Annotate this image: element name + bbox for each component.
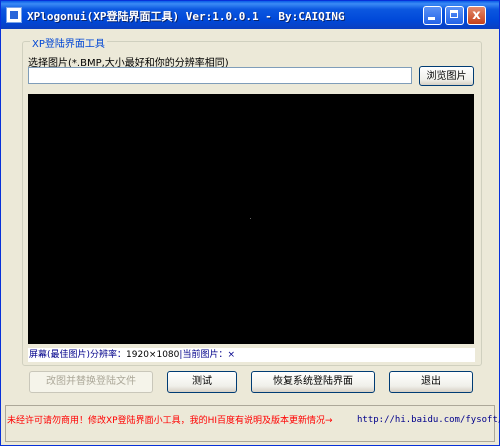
image-preview [28, 94, 474, 344]
close-icon: x [472, 8, 481, 23]
maximize-icon [450, 10, 458, 18]
exit-button[interactable]: 退出 [389, 371, 473, 393]
preview-dot [250, 218, 251, 219]
current-image-label: 当前图片： [182, 350, 228, 360]
minimize-button[interactable] [423, 6, 442, 25]
window-title: XPlogonui(XP登陆界面工具) Ver:1.0.0.1 - By:CAI… [27, 10, 345, 23]
image-path-input[interactable] [28, 67, 412, 84]
replace-logon-button[interactable]: 改图并替换登陆文件 [29, 371, 153, 393]
close-button[interactable]: x [467, 6, 486, 25]
app-window: XPlogonui(XP登陆界面工具) Ver:1.0.0.1 - By:CAI… [0, 0, 500, 446]
title-bar[interactable]: XPlogonui(XP登陆界面工具) Ver:1.0.0.1 - By:CAI… [1, 1, 499, 29]
test-button[interactable]: 测试 [167, 371, 237, 393]
app-icon [6, 7, 22, 23]
status-line: 屏幕(最佳图片)分辨率：1920×1080|当前图片：× [28, 348, 475, 362]
resolution-value: 1920×1080 [126, 350, 180, 360]
resolution-label: 屏幕(最佳图片)分辨率： [29, 350, 127, 360]
current-image-value: × [227, 350, 235, 360]
group-title: XP登陆界面工具 [30, 35, 107, 50]
minimize-icon [428, 17, 435, 20]
maximize-button[interactable] [445, 6, 464, 25]
browse-button[interactable]: 浏览图片 [419, 66, 474, 86]
footer-note: 未经许可请勿商用！修改XP登陆界面小工具，我的HI百度有说明及版本更新情况→ [7, 416, 333, 426]
homepage-link[interactable]: http://hi.baidu.com/fysoft/ [357, 415, 500, 425]
restore-system-logon-button[interactable]: 恢复系统登陆界面 [251, 371, 375, 393]
